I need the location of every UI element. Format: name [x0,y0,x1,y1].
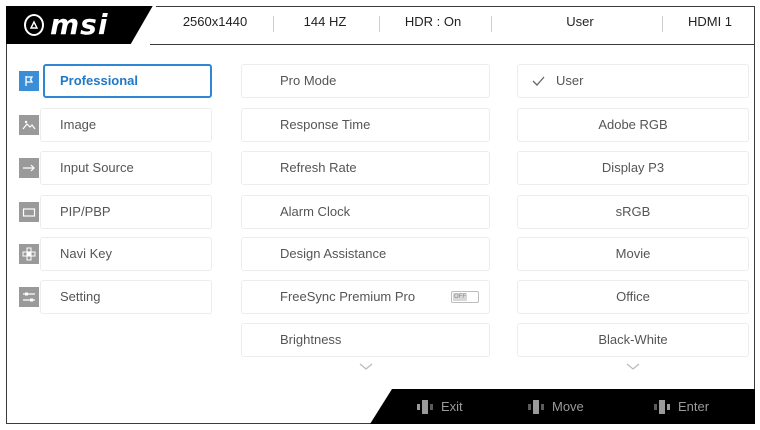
refresh-rate-status: 144 HZ [303,14,347,29]
scroll-down-chevron-icon[interactable] [626,360,640,374]
mode-option-srgb[interactable]: sRGB [517,195,749,229]
submenu-response-time[interactable]: Response Time [241,108,490,142]
exit-hint: Exit [417,399,463,414]
submenu-design-assistance[interactable]: Design Assistance [241,237,490,271]
msi-logo: msi [6,6,156,44]
resolution-status: 2560x1440 [182,14,248,29]
exit-label: Exit [441,399,463,414]
mode-option-label: Office [616,289,650,304]
main-menu-label: PIP/PBP [60,204,111,219]
dragon-shield-icon [24,14,44,36]
main-menu-label: Navi Key [60,246,113,261]
mode-option-label: Black-White [598,332,668,347]
submenu-pro-mode[interactable]: Pro Mode [241,64,490,98]
submenu-label: Brightness [280,332,342,347]
move-hint: Move [528,399,584,414]
submenu-label: Design Assistance [280,246,387,261]
submenu-freesync-premium-pro[interactable]: FreeSync Premium Pro OFF [241,280,490,314]
main-menu-professional[interactable]: Professional [14,64,212,98]
move-label: Move [552,399,584,414]
mode-option-black-white[interactable]: Black-White [517,323,749,357]
submenu-label: Response Time [280,117,371,132]
scroll-down-chevron-icon[interactable] [359,360,373,374]
mode-option-label: Display P3 [601,160,665,175]
mode-option-label: Movie [615,246,651,261]
main-menu-input-source[interactable]: Input Source [14,151,212,185]
mode-option-adobe-rgb[interactable]: Adobe RGB [517,108,749,142]
hdr-status: HDR : On [404,14,462,29]
arrow-right-icon [19,158,39,178]
joystick-updown-icon [528,399,544,414]
submenu-alarm-clock[interactable]: Alarm Clock [241,195,490,229]
main-menu-label: Input Source [60,160,134,175]
mode-option-label: sRGB [615,204,651,219]
mode-option-label: User [556,73,584,88]
submenu-label: Refresh Rate [280,160,357,175]
enter-label: Enter [678,399,710,414]
main-menu-pip-pbp[interactable]: PIP/PBP [14,195,212,229]
image-icon [19,115,39,135]
submenu-brightness[interactable]: Brightness [241,323,490,357]
input-status: HDMI 1 [687,14,733,29]
mode-option-office[interactable]: Office [517,280,749,314]
settings-sliders-icon [19,287,39,307]
joystick-left-icon [417,399,433,414]
main-menu-image[interactable]: Image [14,108,212,142]
toggle-state: OFF [453,293,467,301]
flag-icon [19,71,39,91]
mode-option-movie[interactable]: Movie [517,237,749,271]
mode-option-display-p3[interactable]: Display P3 [517,151,749,185]
submenu-label: Pro Mode [280,73,337,88]
submenu-refresh-rate[interactable]: Refresh Rate [241,151,490,185]
main-menu-label: Image [60,117,97,132]
pip-icon [19,202,39,222]
mode-option-user[interactable]: User [517,64,749,98]
navi-key-icon [19,244,39,264]
joystick-right-icon [654,399,670,414]
mode-option-label: Adobe RGB [598,117,668,132]
logo-text: msi [50,8,109,41]
main-menu-label: Professional [60,73,139,88]
profile-status: User [566,14,594,29]
enter-hint: Enter [654,399,709,414]
main-menu-label: Setting [60,289,101,304]
freesync-toggle[interactable]: OFF [451,291,479,303]
submenu-label: Alarm Clock [280,204,351,219]
submenu-label: FreeSync Premium Pro [280,289,416,304]
checkmark-icon [532,65,545,108]
main-menu-setting[interactable]: Setting [14,280,212,314]
main-menu-navi-key[interactable]: Navi Key [14,237,212,271]
